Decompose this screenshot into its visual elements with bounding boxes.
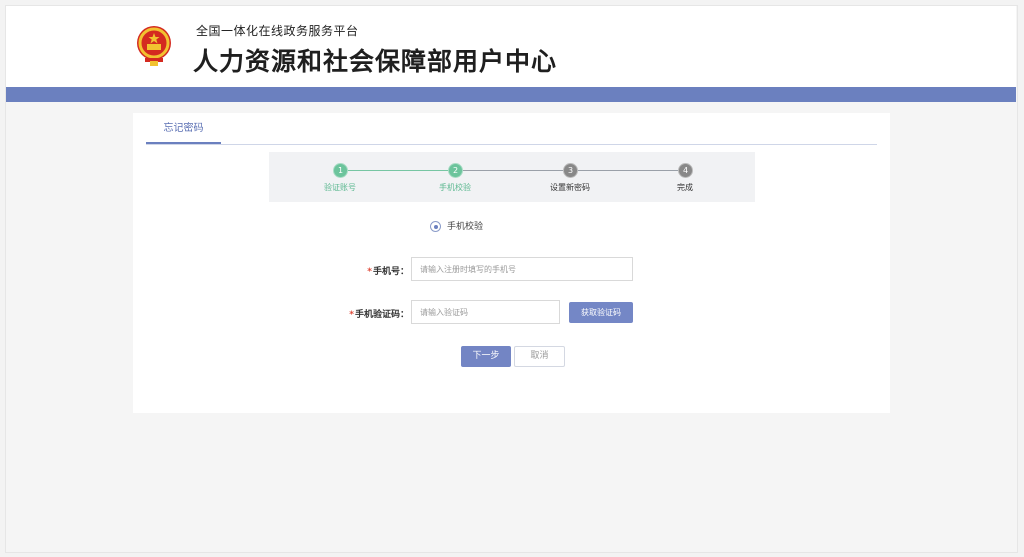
national-emblem-icon — [137, 26, 171, 66]
step-connector — [577, 170, 685, 171]
step-4-label: 完成 — [677, 183, 693, 192]
step-3-label: 设置新密码 — [550, 183, 590, 192]
code-label: *手机验证码： — [323, 307, 409, 320]
required-mark: * — [367, 267, 372, 277]
verify-method-option[interactable]: 手机校验 — [430, 219, 483, 233]
header-accent-bar — [6, 87, 1016, 102]
step-1-circle: 1 — [333, 163, 348, 178]
platform-name: 全国一体化在线政务服务平台 — [196, 24, 359, 38]
site-title: 人力资源和社会保障部用户中心 — [193, 47, 558, 76]
step-connector — [462, 170, 570, 171]
verify-method-label: 手机校验 — [447, 222, 484, 232]
get-code-button[interactable]: 获取验证码 — [569, 302, 633, 323]
step-4-circle: 4 — [678, 163, 693, 178]
step-1-label: 验证账号 — [324, 183, 356, 192]
cancel-button[interactable]: 取消 — [514, 346, 565, 367]
phone-label-text: 手机号： — [372, 267, 409, 277]
tab-forgot-password[interactable]: 忘记密码 — [146, 113, 221, 144]
radio-selected-icon[interactable] — [430, 221, 441, 232]
site-header: 全国一体化在线政务服务平台 人力资源和社会保障部用户中心 — [6, 6, 1016, 87]
progress-steps: 1 2 3 4 验证账号 手机校验 设置新密码 完成 — [269, 152, 755, 202]
next-step-button[interactable]: 下一步 — [461, 346, 511, 367]
phone-input[interactable] — [411, 257, 633, 281]
tab-bar: 忘记密码 — [146, 113, 877, 145]
sms-code-input[interactable] — [411, 300, 560, 324]
phone-label: *手机号： — [333, 264, 409, 277]
forgot-password-card: 忘记密码 1 2 3 4 验证账号 手机校验 设置新密码 完成 手机校验 *手机… — [133, 113, 890, 413]
step-2-label: 手机校验 — [439, 183, 471, 192]
step-2-circle: 2 — [448, 163, 463, 178]
required-mark: * — [349, 310, 354, 320]
step-connector — [347, 170, 455, 171]
code-label-text: 手机验证码： — [354, 310, 409, 320]
step-3-circle: 3 — [563, 163, 578, 178]
